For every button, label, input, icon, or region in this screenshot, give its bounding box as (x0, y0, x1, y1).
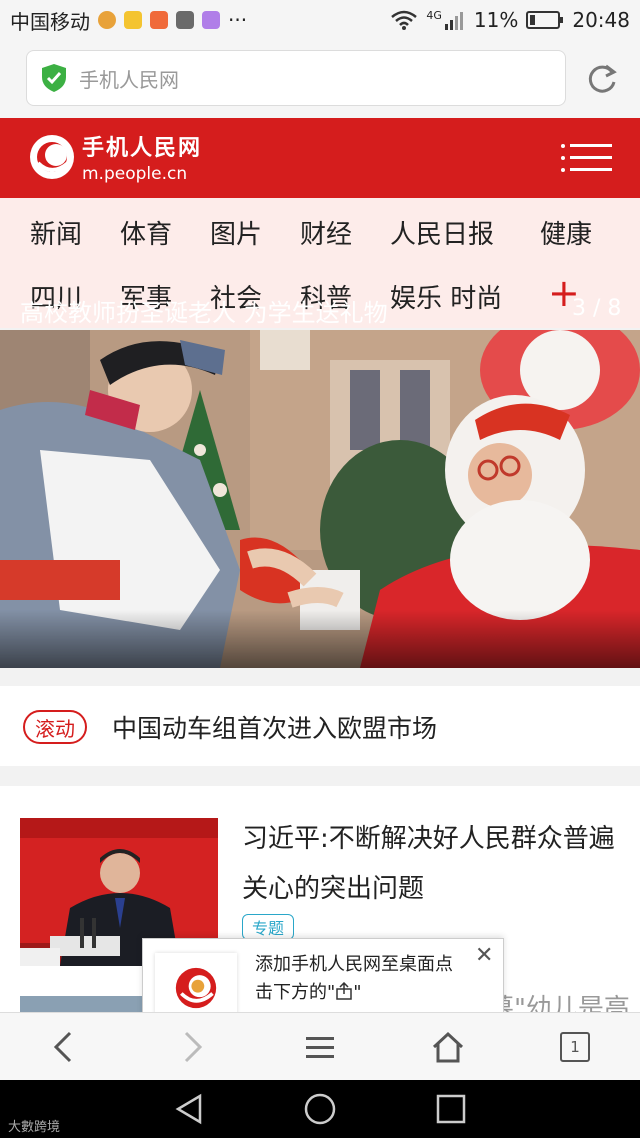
scrolling-headline[interactable]: 滚动 中国动车组首次进入欧盟市场 (0, 686, 640, 766)
tabs-count-icon[interactable]: 1 (560, 1032, 590, 1062)
nav-item-news[interactable]: 新闻 (30, 214, 82, 251)
system-home-icon[interactable] (303, 1092, 337, 1126)
site-header: 手机人民网 m.people.cn (0, 118, 640, 198)
people-logo-icon (30, 135, 74, 179)
scroll-badge: 滚动 (23, 710, 87, 744)
nav-item-peoples-daily[interactable]: 人民日报 (390, 214, 494, 251)
slide-counter: 3 / 8 (572, 296, 622, 321)
popup-line-2-text: 击下方的" (255, 982, 336, 1003)
more-notifications-icon: ··· (228, 8, 248, 32)
address-field[interactable]: 手机人民网 (26, 50, 566, 106)
hero-caption-overlay (0, 610, 640, 668)
watermark: 大數跨境 (8, 1120, 61, 1135)
browser-toolbar: 1 (0, 1012, 640, 1080)
cup-notification-icon (124, 11, 142, 29)
back-icon[interactable] (46, 1029, 82, 1065)
qr-notification-icon (176, 11, 194, 29)
scroll-headline-text[interactable]: 中国动车组首次进入欧盟市场 (112, 709, 437, 745)
hero-slideshow[interactable] (0, 330, 640, 668)
share-icon (336, 981, 353, 1000)
site-logo[interactable]: 手机人民网 m.people.cn (28, 130, 202, 184)
popup-line-2-end: " (353, 982, 362, 1003)
clock: 20:48 (572, 8, 630, 32)
topic-tag[interactable]: 专题 (242, 914, 294, 940)
nav-item-sports[interactable]: 体育 (120, 214, 172, 251)
forward-icon[interactable] (174, 1029, 210, 1065)
gallery-notification-icon (202, 11, 220, 29)
app-notification-icon (98, 11, 116, 29)
logo-chinese-text: 手机人民网 (82, 136, 203, 161)
secure-shield-icon (42, 64, 66, 92)
people-logo-icon (175, 967, 217, 1009)
signal-icon (444, 12, 463, 30)
popup-line-1: 添加手机人民网至桌面点 (255, 954, 453, 975)
add-to-homescreen-popup: 添加手机人民网至桌面点 击下方的" " ✕ (142, 938, 504, 1023)
browser-url-bar: 手机人民网 (0, 40, 640, 118)
nav-item-health[interactable]: 健康 (540, 214, 592, 251)
carrier-label: 中国移动 (10, 9, 90, 34)
system-back-icon[interactable] (172, 1092, 206, 1126)
menu-lines-icon[interactable] (302, 1029, 338, 1065)
status-bar: 中国移动 ··· 4G 11% 20:48 (0, 0, 640, 40)
battery-icon (526, 11, 564, 29)
popup-close-icon[interactable]: ✕ (475, 943, 493, 968)
hero-caption[interactable]: 高校教师扮圣诞老人 为学生送礼物 (20, 293, 388, 328)
wifi-icon (391, 10, 418, 30)
nav-item-finance[interactable]: 财经 (300, 214, 352, 251)
news-title[interactable]: 习近平:不断解决好人民群众普遍关心的突出问题 (242, 814, 622, 914)
popup-message: 添加手机人民网至桌面点 击下方的" " (255, 951, 485, 1007)
reload-icon[interactable] (584, 62, 620, 98)
home-icon[interactable] (430, 1029, 466, 1065)
battery-percent: 11% (473, 8, 519, 32)
popup-line-2: 击下方的" " (255, 979, 485, 1007)
system-nav-bar (0, 1080, 640, 1138)
logo-english-text: m.people.cn (82, 164, 188, 184)
nav-item-entertainment[interactable]: 娱乐 时尚 (390, 278, 502, 315)
menu-icon[interactable] (560, 142, 614, 174)
url-text: 手机人民网 (79, 67, 179, 92)
network-type: 4G (426, 8, 442, 22)
nav-item-photos[interactable]: 图片 (210, 214, 262, 251)
app-notification-icon (150, 11, 168, 29)
system-recents-icon[interactable] (434, 1092, 468, 1126)
